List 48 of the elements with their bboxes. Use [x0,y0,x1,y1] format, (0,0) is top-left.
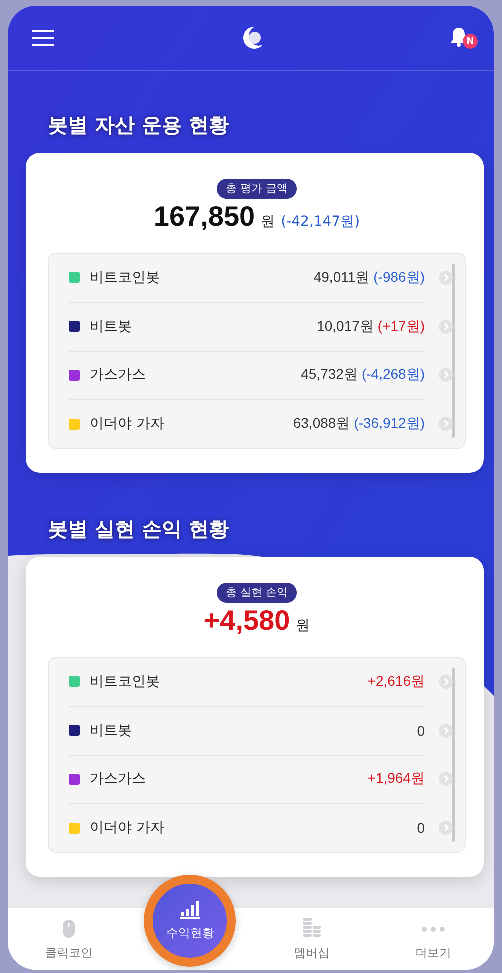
total-amount: +4,580 [204,605,290,637]
bot-profit: +2,616원 [368,672,425,691]
bot-name[interactable]: 이더야 가자 [90,819,408,838]
bot-value: 10,017원 [317,318,374,336]
bot-change: (+17원) [378,318,425,336]
bot-change: (-986원) [374,268,425,287]
nav-tab[interactable]: 수익현황 [144,875,236,967]
nav-tab[interactable]: 멤버십 [294,908,330,970]
section-title: 봇별 자산 운용 현황 [47,112,230,139]
bot-profit: +1,964원 [368,770,425,788]
chevron-icon[interactable] [439,417,453,432]
bot-value: 45,732원 [301,366,358,384]
total-change: (-42,147원) [281,213,360,231]
chevron-icon[interactable] [439,772,453,786]
currency-unit: 원 [296,617,310,635]
chevron-icon[interactable] [439,821,453,836]
bot-name[interactable]: 가스가스 [90,366,292,384]
chevron-icon[interactable] [439,320,453,334]
bot-name[interactable]: 이더야 가자 [90,415,284,434]
currency-unit: 원 [261,213,276,231]
mouse-icon [62,919,76,939]
chevron-icon[interactable] [439,270,453,285]
bot-name[interactable]: 비트봇 [90,722,408,740]
section-title: 봇별 실현 손익 현황 [47,516,230,543]
menu-icon[interactable] [32,29,54,47]
coin-stack-icon [300,917,323,939]
bot-change: (-4,268원) [362,366,425,384]
bot-name[interactable]: 가스가스 [90,770,358,788]
bot-value: 63,088원 [293,415,350,434]
summary-label: 총 실현 손익 [217,583,297,603]
nav-tab[interactable]: 클릭코인 [44,908,93,970]
bot-name[interactable]: 비트코인봇 [90,268,304,287]
bell-icon [450,27,468,47]
notification-bell[interactable]: N [450,27,476,49]
bot-profit: 0 [417,820,425,836]
bot-change: (-36,912원) [354,415,425,434]
bar-chart-icon [179,900,202,918]
bot-profit: 0 [417,722,425,739]
total-amount: 167,850 [154,201,256,233]
chevron-icon[interactable] [439,674,453,689]
chevron-icon[interactable] [439,724,453,738]
summary-label: 총 평가 금액 [217,179,297,199]
chevron-icon[interactable] [439,368,453,382]
bot-name[interactable]: 비트코인봇 [90,672,358,691]
more-icon [422,927,445,932]
bot-value: 49,011원 [314,268,370,287]
bot-name[interactable]: 비트봇 [90,318,308,336]
nav-tab[interactable]: 더보기 [415,908,452,970]
